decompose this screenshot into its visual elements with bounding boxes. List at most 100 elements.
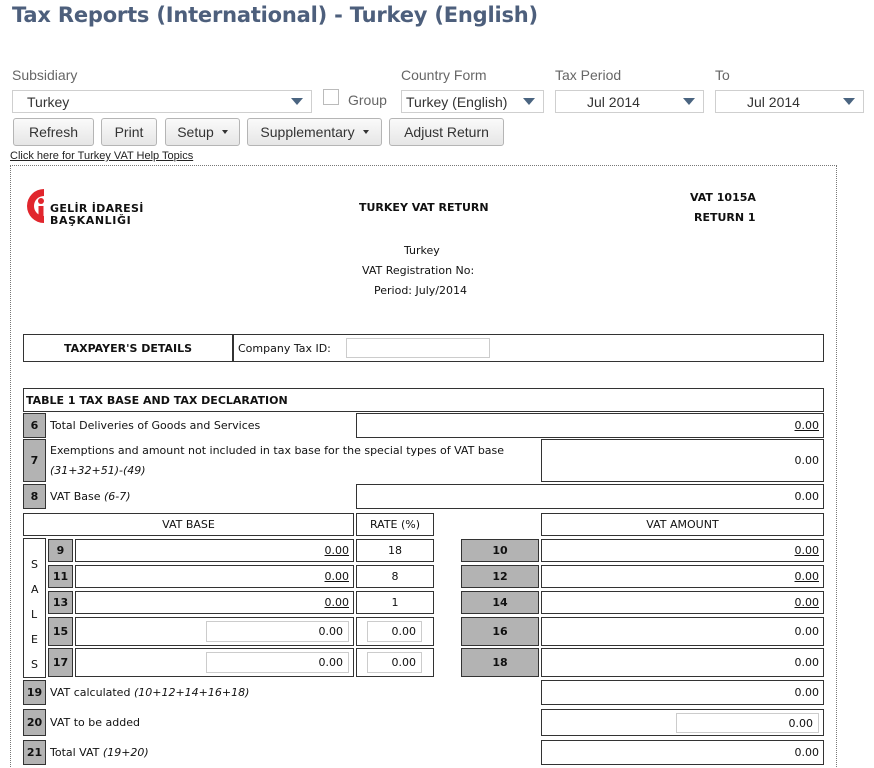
vat-amount-header: VAT AMOUNT: [541, 513, 824, 536]
row12-amount-value[interactable]: 0.00: [795, 570, 820, 583]
row6-label: Total Deliveries of Goods and Services: [50, 419, 261, 432]
row-number-11: 11: [48, 565, 73, 588]
chevron-down-icon: [683, 98, 695, 105]
row10-amount-value[interactable]: 0.00: [795, 544, 820, 557]
row19-value-box: 0.00: [541, 680, 824, 705]
return-title: TURKEY VAT RETURN: [359, 201, 489, 214]
country-form-select[interactable]: Turkey (English): [401, 90, 544, 113]
row13-base-value[interactable]: 0.00: [325, 596, 350, 609]
sales-letter: S: [31, 558, 38, 571]
row21-value: 0.00: [794, 746, 820, 759]
row11-base-value[interactable]: 0.00: [325, 570, 350, 583]
tax-period-select[interactable]: Jul 2014: [555, 90, 704, 113]
country-form-label: Country Form: [401, 67, 487, 83]
setup-button[interactable]: Setup: [165, 118, 240, 146]
row21-label: Total VAT: [50, 746, 100, 759]
caret-down-icon: [362, 130, 369, 134]
row16-amount-value: 0.00: [794, 625, 820, 638]
vat-base-header: VAT BASE: [23, 513, 354, 536]
row19-formula: (10+12+14+16+18): [133, 686, 250, 699]
rate-header: RATE (%): [356, 513, 434, 536]
adjust-return-button[interactable]: Adjust Return: [389, 118, 504, 146]
row14-amount-value[interactable]: 0.00: [795, 596, 820, 609]
country-form-value: Turkey (English): [406, 93, 508, 110]
row13-base-box: 0.00: [75, 591, 354, 614]
row-number-18: 18: [461, 648, 539, 677]
row10-amount-box: 0.00: [541, 539, 824, 562]
refresh-button[interactable]: Refresh: [13, 118, 94, 146]
row-number-17: 17: [48, 648, 73, 677]
row7-value: 0.00: [794, 454, 820, 467]
row20-value-input[interactable]: 0.00: [676, 713, 819, 733]
company-tax-id-input[interactable]: [346, 338, 490, 358]
return-number: RETURN 1: [694, 211, 756, 224]
to-period-select[interactable]: Jul 2014: [715, 90, 864, 113]
row21-label-wrap: Total VAT (19+20): [50, 746, 149, 759]
sales-letter: S: [31, 658, 38, 671]
row-number-19: 19: [23, 680, 46, 705]
row8-label-wrap: VAT Base (6-7): [50, 490, 131, 503]
supplementary-button[interactable]: Supplementary: [247, 118, 382, 146]
row15-base-input[interactable]: 0.00: [206, 621, 349, 642]
print-button[interactable]: Print: [101, 118, 157, 146]
row6-value-box: 0.00: [356, 413, 824, 438]
sales-letter: A: [31, 583, 39, 596]
row13-rate: 1: [356, 591, 434, 614]
supplementary-button-label: Supplementary: [260, 124, 355, 140]
sales-letter: E: [31, 633, 38, 646]
tax-period-value: Jul 2014: [587, 93, 640, 110]
logo-text-line2: BAŞKANLIĞI: [50, 214, 132, 227]
caret-down-icon: [221, 130, 228, 134]
row17-rate-input[interactable]: 0.00: [367, 652, 422, 673]
setup-button-label: Setup: [177, 124, 214, 140]
row-number-13: 13: [48, 591, 73, 614]
row12-amount-box: 0.00: [541, 565, 824, 588]
sales-letter: L: [31, 608, 38, 621]
sales-side-label: S A L E S: [23, 538, 46, 678]
row18-amount-value: 0.00: [794, 656, 820, 669]
print-button-label: Print: [114, 124, 144, 140]
row14-amount-box: 0.00: [541, 591, 824, 614]
chevron-down-icon: [843, 98, 855, 105]
row8-formula: (6-7): [104, 490, 131, 503]
row8-value: 0.00: [794, 490, 820, 503]
row-number-7: 7: [23, 439, 46, 482]
vat-registration-label: VAT Registration No:: [362, 264, 475, 277]
gib-logo-icon: [27, 189, 44, 223]
row11-rate: 8: [356, 565, 434, 588]
row19-label: VAT calculated: [50, 686, 131, 699]
row17-base-input[interactable]: 0.00: [206, 652, 349, 673]
chevron-down-icon: [291, 98, 303, 105]
group-checkbox[interactable]: [323, 89, 339, 105]
row8-value-box: 0.00: [356, 484, 824, 509]
row15-rate-input[interactable]: 0.00: [367, 621, 422, 642]
row9-base-value[interactable]: 0.00: [325, 544, 350, 557]
subsidiary-value: Turkey: [27, 93, 70, 110]
row-number-8: 8: [23, 484, 46, 509]
row21-formula: (19+20): [102, 746, 149, 759]
row-number-21: 21: [23, 740, 46, 765]
row-number-6: 6: [23, 413, 46, 438]
row6-value[interactable]: 0.00: [795, 419, 820, 432]
row-number-10: 10: [461, 539, 539, 562]
row-number-20: 20: [23, 709, 46, 736]
row7-label: Exemptions and amount not included in ta…: [50, 444, 505, 457]
row7-formula: (31+32+51)-(49): [50, 464, 146, 477]
subsidiary-label: Subsidiary: [12, 67, 78, 83]
row-number-12: 12: [461, 565, 539, 588]
group-label: Group: [348, 92, 387, 108]
subsidiary-select[interactable]: Turkey: [12, 90, 312, 113]
row-number-15: 15: [48, 617, 73, 646]
row19-label-wrap: VAT calculated (10+12+14+16+18): [50, 686, 249, 699]
row8-label: VAT Base: [50, 490, 101, 503]
row7-value-box: 0.00: [541, 439, 824, 482]
page-title: Tax Reports (International) - Turkey (En…: [12, 3, 538, 27]
help-topics-link[interactable]: Click here for Turkey VAT Help Topics: [10, 150, 193, 162]
taxpayer-details-header: TAXPAYER'S DETAILS: [23, 334, 233, 362]
to-period-value: Jul 2014: [747, 93, 800, 110]
to-label: To: [715, 67, 730, 83]
row11-base-box: 0.00: [75, 565, 354, 588]
row21-value-box: 0.00: [541, 740, 824, 765]
row20-label: VAT to be added: [50, 716, 140, 729]
row-number-16: 16: [461, 617, 539, 646]
